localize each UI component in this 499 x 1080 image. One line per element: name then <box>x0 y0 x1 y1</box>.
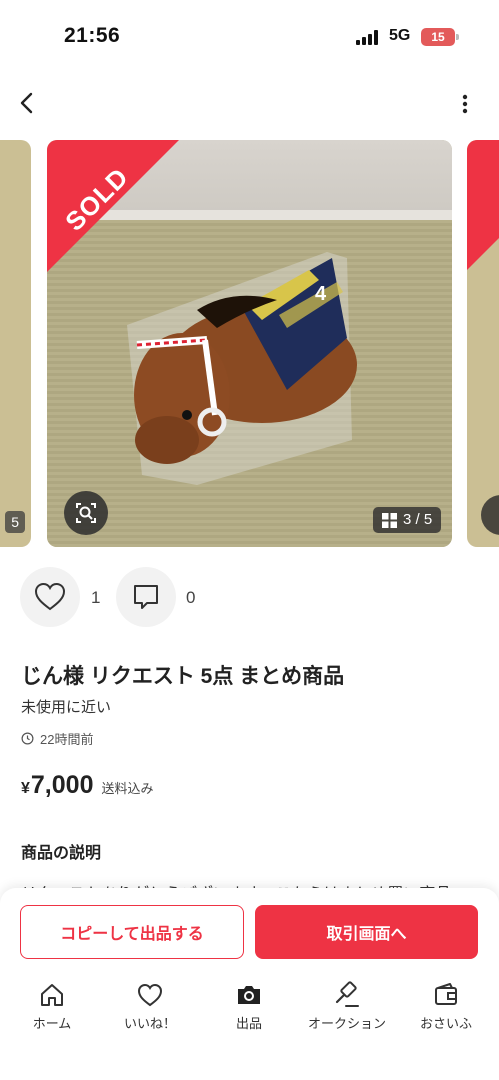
like-button[interactable] <box>20 567 80 627</box>
home-icon <box>41 984 63 1006</box>
tab-likes[interactable]: いいね！ <box>105 980 195 1032</box>
status-time: 21:56 <box>64 24 121 47</box>
image-counter: 3 / 5 <box>373 507 442 533</box>
tab-sell-label: 出品 <box>235 1016 262 1031</box>
svg-text:4: 4 <box>315 283 327 305</box>
tab-home[interactable]: ホーム <box>7 980 97 1032</box>
product-title: じん様 リクエスト 5点 まとめ商品 <box>21 665 345 688</box>
image-counter-text: 3 / 5 <box>403 511 433 528</box>
battery-icon: 15 <box>421 28 459 46</box>
network-type: 5G <box>389 27 411 44</box>
next-image[interactable] <box>467 140 499 547</box>
more-options-button[interactable] <box>453 92 477 116</box>
battery-level: 15 <box>431 30 445 44</box>
tab-likes-label: いいね！ <box>123 1016 176 1031</box>
comment-count: 0 <box>186 588 196 607</box>
price-value: 7,000 <box>30 771 94 799</box>
product-condition: 未使用に近い <box>21 699 112 716</box>
back-button[interactable] <box>14 90 40 116</box>
copy-listing-button[interactable]: コピーして出品する <box>20 905 244 959</box>
grid-icon <box>382 512 397 528</box>
image-carousel[interactable]: 5 4 SOLD 3 / 5 <box>0 140 499 547</box>
heart-icon <box>34 582 66 611</box>
clock-icon <box>21 732 34 745</box>
comment-icon <box>134 585 158 609</box>
tab-sell[interactable]: 出品 <box>204 980 294 1032</box>
go-to-transaction-button[interactable]: 取引画面へ <box>255 905 478 959</box>
posted-time-text: 22時間前 <box>40 732 94 747</box>
shipping-note: 送料込み <box>101 781 154 796</box>
comment-button[interactable] <box>116 567 176 627</box>
tab-home-label: ホーム <box>32 1016 72 1031</box>
like-count: 1 <box>91 588 101 607</box>
product-image[interactable]: 4 SOLD 3 / 5 <box>47 140 452 547</box>
price: ¥ 7,000 送料込み <box>21 771 153 800</box>
sold-banner <box>467 140 499 270</box>
cellular-signal-icon <box>356 30 382 45</box>
price-currency: ¥ <box>21 780 30 797</box>
wallet-icon <box>435 983 457 1005</box>
camera-icon <box>238 986 260 1004</box>
posted-time: 22時間前 <box>21 729 93 748</box>
description-heading: 商品の説明 <box>21 845 102 862</box>
tab-auction-label: オークション <box>307 1016 386 1031</box>
more-vertical-icon <box>462 94 468 114</box>
tab-wallet[interactable]: おさいふ <box>401 980 491 1032</box>
previous-image[interactable]: 5 <box>0 140 31 547</box>
tab-wallet-label: おさいふ <box>419 1016 472 1031</box>
image-search-button[interactable] <box>64 491 108 535</box>
scan-search-icon <box>76 503 96 523</box>
status-bar: 21:56 5G 15 <box>0 0 499 72</box>
heart-icon <box>137 983 163 1007</box>
chevron-left-icon <box>20 92 33 114</box>
gavel-icon <box>335 981 359 1007</box>
previous-image-counter: 5 <box>5 511 25 533</box>
tab-auction[interactable]: オークション <box>302 980 392 1032</box>
image-search-button[interactable] <box>481 495 499 535</box>
